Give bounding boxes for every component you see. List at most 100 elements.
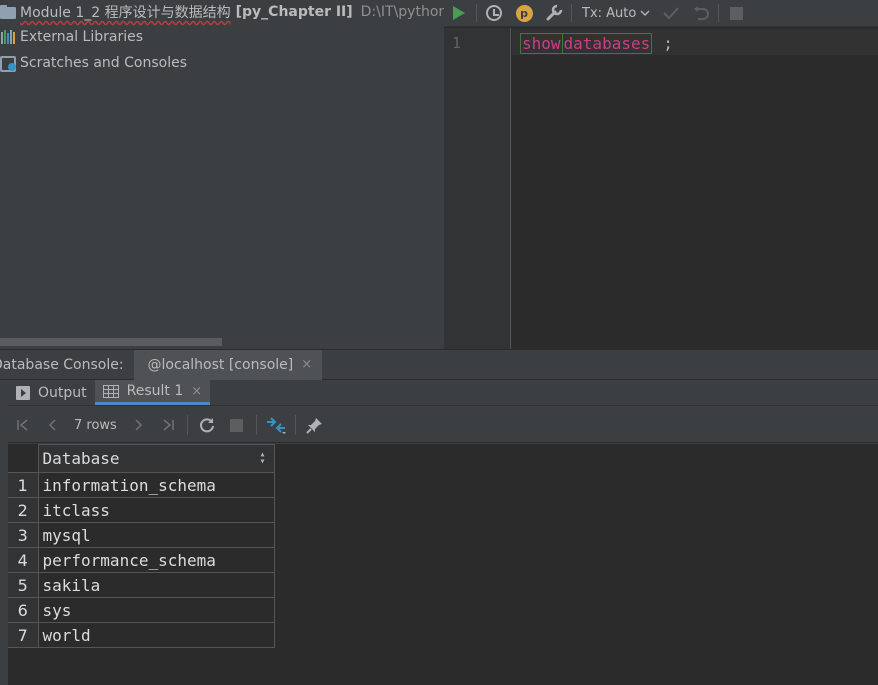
table-cell[interactable]: information_schema — [37, 472, 275, 498]
execute-button[interactable] — [444, 0, 474, 27]
row-number: 6 — [8, 597, 39, 623]
database-console-label: Database Console: — [0, 356, 124, 373]
result-tabs: Output Result 1 × — [8, 380, 878, 406]
toolbar-separator — [571, 4, 572, 22]
transaction-mode-dropdown[interactable]: Tx: Auto — [574, 0, 650, 27]
table-cell[interactable]: mysql — [37, 522, 275, 548]
commit-button[interactable] — [656, 0, 686, 27]
tab-label: Output — [38, 384, 87, 401]
row-number: 4 — [8, 547, 39, 573]
result-table: Database ▴ ▾ 1 information_schema 2 itclass… — [8, 444, 275, 648]
close-icon[interactable]: × — [301, 357, 312, 372]
reload-button[interactable] — [192, 410, 222, 440]
scratch-icon — [0, 55, 18, 72]
tree-item-module[interactable]: Module 1_2 程序设计与数据结构 [py_Chapter II] D:\… — [0, 0, 444, 24]
stop-icon — [230, 418, 244, 432]
statement-terminator: ; — [663, 33, 673, 53]
row-number: 5 — [8, 572, 39, 598]
row-number-header — [8, 444, 39, 473]
check-icon — [663, 7, 680, 20]
table-header-row: Database ▴ ▾ — [8, 444, 275, 473]
table-row[interactable]: 5 sakila — [8, 572, 275, 598]
line-number-gutter: 1 — [444, 28, 511, 349]
parameters-button[interactable]: p — [509, 0, 539, 27]
table-cell[interactable]: sys — [37, 597, 275, 623]
results-panel: Output Result 1 × 7 rows Database ▴ ▾ 1 … — [0, 380, 878, 685]
toolbar-separator — [294, 415, 296, 435]
module-path: D:\IT\python B — [360, 4, 444, 20]
library-icon — [0, 29, 18, 45]
cancel-statement-button[interactable] — [721, 0, 751, 27]
first-page-icon — [17, 419, 28, 431]
refresh-icon — [199, 418, 214, 433]
tree-item-external-libraries[interactable]: External Libraries — [0, 25, 143, 49]
play-icon — [453, 6, 465, 20]
tab-localhost-console[interactable]: @localhost [console] × — [133, 349, 323, 380]
table-row[interactable]: 4 performance_schema — [8, 547, 275, 573]
line-number: 1 — [452, 34, 462, 52]
first-page-button[interactable] — [8, 410, 38, 440]
table-cell[interactable]: itclass — [37, 497, 275, 523]
toolbar-separator — [186, 415, 188, 435]
table-row[interactable]: 7 world — [8, 622, 275, 648]
history-button[interactable] — [479, 0, 509, 27]
tab-result-1[interactable]: Result 1 × — [94, 380, 211, 405]
module-name: Module 1_2 程序设计与数据结构 — [20, 5, 231, 21]
results-side-strip — [0, 380, 8, 685]
column-header-label: Database — [42, 449, 120, 468]
next-page-button[interactable] — [123, 410, 153, 440]
table-row[interactable]: 1 information_schema — [8, 472, 275, 498]
chevron-down-icon — [640, 10, 650, 17]
row-number: 3 — [8, 522, 39, 548]
chevron-right-icon — [135, 419, 142, 431]
sql-editor[interactable]: 1 show databases; — [444, 28, 878, 349]
folder-icon — [0, 4, 18, 20]
toolbar-separator — [255, 415, 257, 435]
stop-button[interactable] — [222, 410, 252, 440]
tab-output[interactable]: Output — [8, 380, 95, 405]
tab-label: @localhost [console] — [147, 356, 294, 373]
database-console-tabbar: Database Console: @localhost [console] × — [0, 349, 878, 380]
compare-button[interactable] — [261, 410, 291, 440]
column-header-database[interactable]: Database ▴ ▾ — [37, 444, 275, 473]
output-icon — [16, 385, 30, 400]
sql-keyword-databases: databases — [562, 32, 653, 54]
table-row[interactable]: 3 mysql — [8, 522, 275, 548]
result-grid: Database ▴ ▾ 1 information_schema 2 itclass… — [8, 444, 878, 685]
sort-icon[interactable]: ▴ ▾ — [259, 450, 265, 467]
previous-page-button[interactable] — [38, 410, 68, 440]
project-tree-panel: Module 1_2 程序设计与数据结构 [py_Chapter II] D:\… — [0, 0, 444, 349]
clock-icon — [486, 5, 502, 21]
pin-icon — [306, 418, 322, 434]
wrench-icon — [546, 4, 563, 21]
code-line[interactable]: show databases; — [520, 32, 673, 54]
table-cell[interactable]: performance_schema — [37, 547, 275, 573]
toolbar-separator — [718, 4, 720, 22]
tree-horizontal-scrollbar[interactable] — [0, 338, 222, 346]
table-row[interactable]: 6 sys — [8, 597, 275, 623]
compare-arrows-icon — [266, 417, 286, 434]
tab-label: Result 1 — [126, 383, 184, 399]
row-number: 7 — [8, 622, 39, 648]
table-grid-icon — [102, 384, 119, 398]
stop-icon — [729, 6, 743, 20]
chevron-left-icon — [48, 419, 56, 431]
tree-item-scratches[interactable]: Scratches and Consoles — [0, 51, 187, 75]
settings-button[interactable] — [539, 0, 569, 27]
tree-item-label: Scratches and Consoles — [20, 55, 187, 71]
table-row[interactable]: 2 itclass — [8, 497, 275, 523]
table-cell[interactable]: sakila — [37, 572, 275, 598]
pin-tab-button[interactable] — [300, 410, 330, 440]
tree-item-label: External Libraries — [20, 29, 143, 45]
close-icon[interactable]: × — [191, 384, 202, 399]
rollback-button[interactable] — [686, 0, 716, 27]
toolbar-separator — [476, 4, 477, 22]
row-number: 2 — [8, 497, 39, 523]
last-page-button[interactable] — [153, 410, 183, 440]
row-number: 1 — [8, 472, 39, 498]
sql-keyword-show: show — [520, 32, 563, 54]
table-cell[interactable]: world — [37, 622, 275, 648]
tx-mode-label: Tx: Auto — [582, 5, 637, 21]
result-toolbar: 7 rows — [8, 408, 878, 443]
row-count-label[interactable]: 7 rows — [68, 418, 123, 433]
